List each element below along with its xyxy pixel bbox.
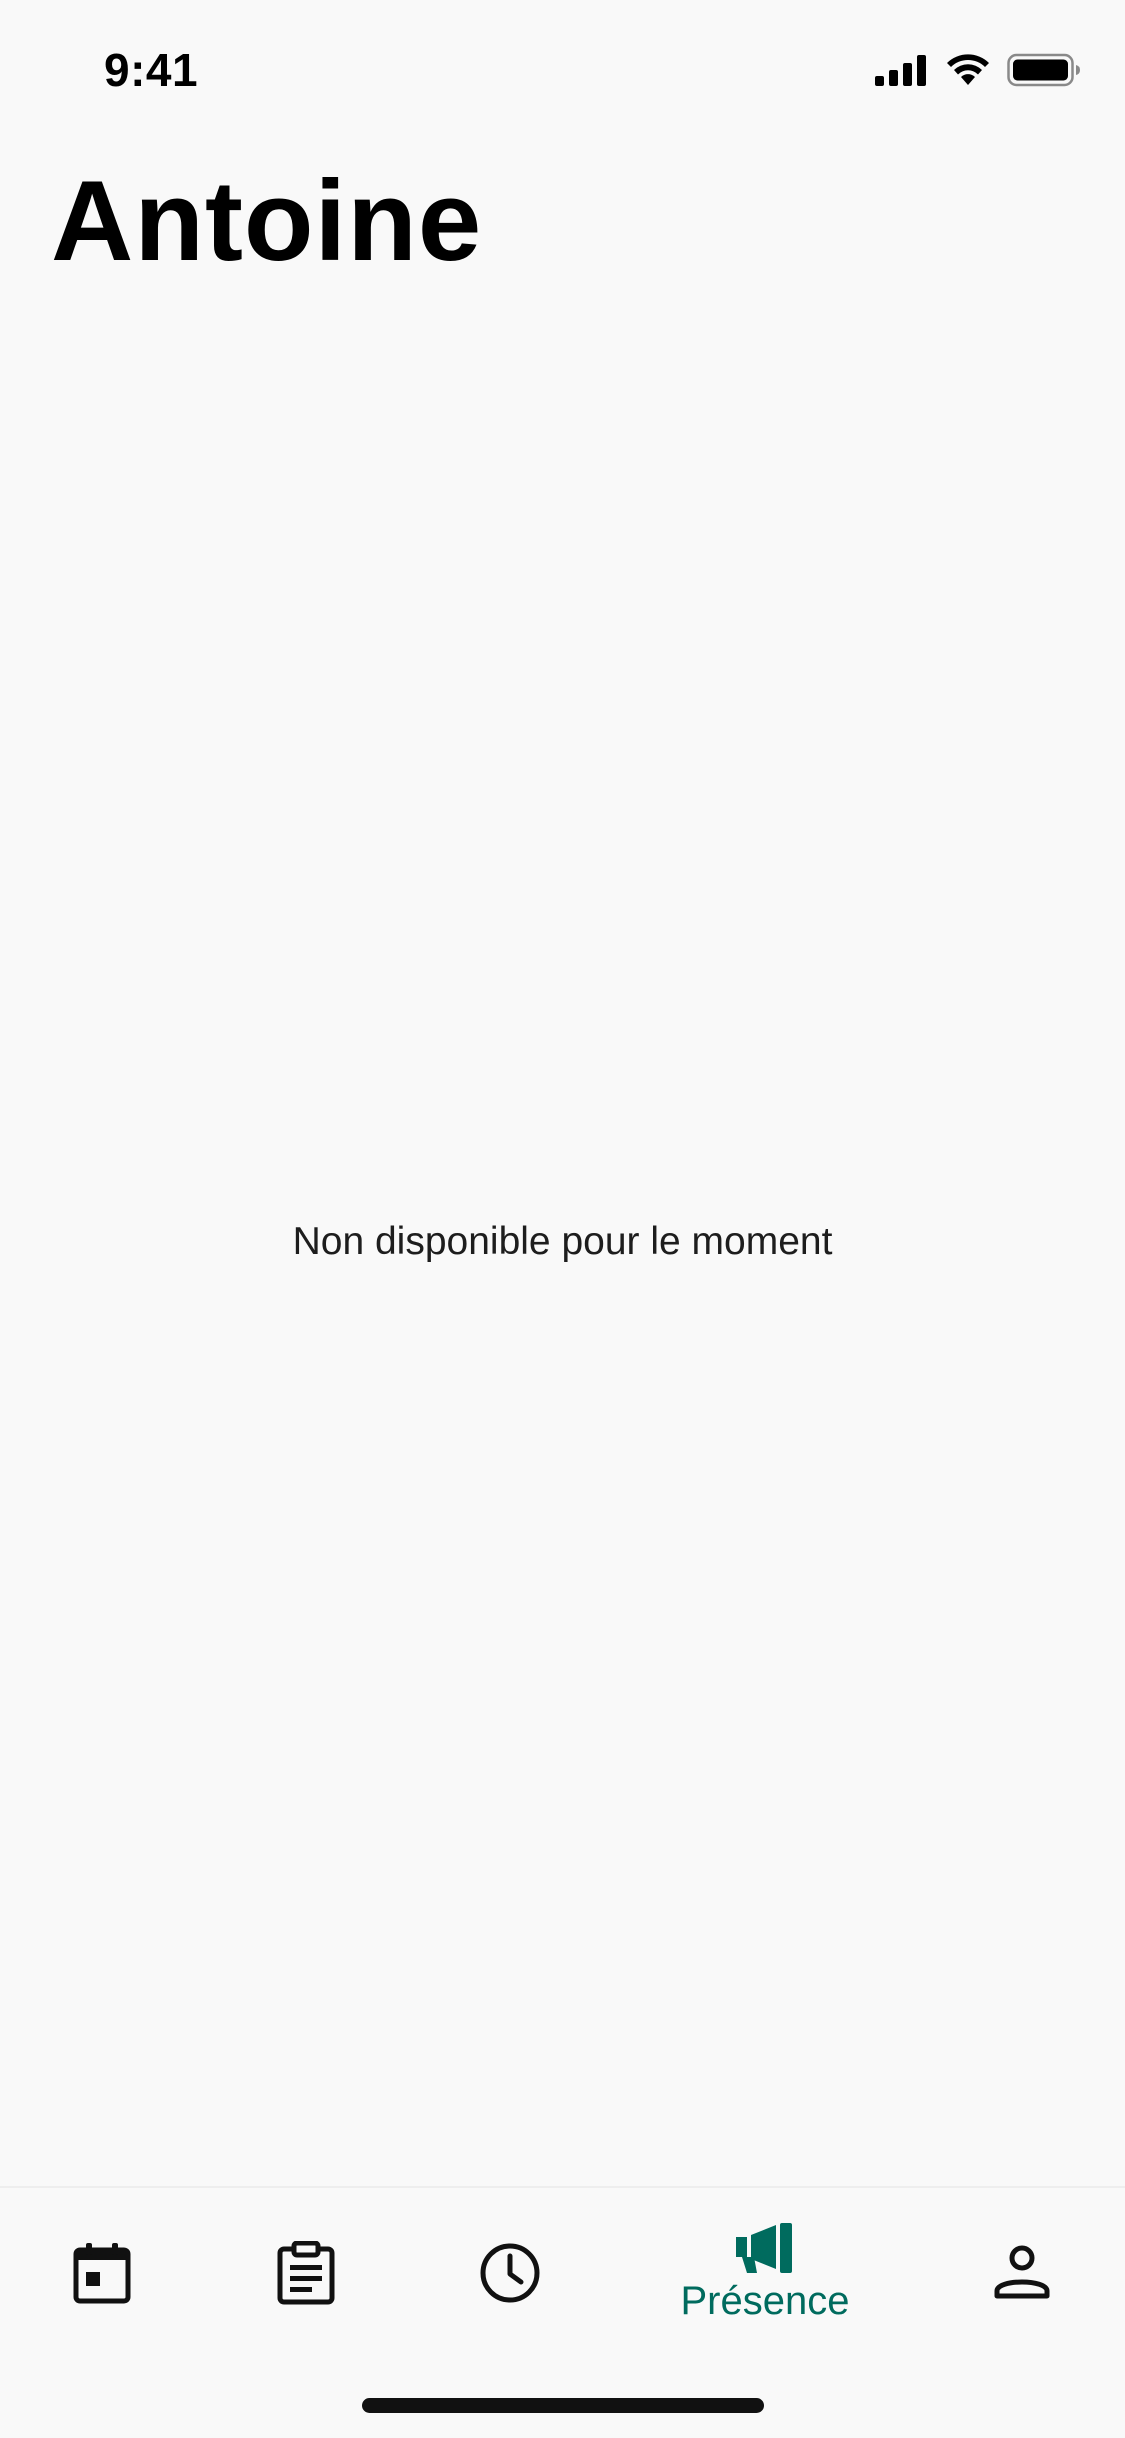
tab-label-presence: Présence (680, 2279, 850, 2323)
empty-state-message: Non disponible pour le moment (292, 1220, 833, 1263)
tab-presence[interactable]: Présence (660, 2188, 870, 2358)
status-icons (875, 52, 1081, 88)
megaphone-icon (736, 2223, 792, 2273)
cellular-signal-icon (875, 55, 926, 86)
clipboard-icon (277, 2241, 335, 2305)
home-indicator (362, 2398, 764, 2413)
status-bar: 9:41 (0, 0, 1125, 132)
calendar-icon (73, 2243, 131, 2304)
battery-icon (1007, 53, 1080, 87)
person-icon (994, 2245, 1050, 2299)
tab-history[interactable] (448, 2188, 572, 2358)
clock-icon (480, 2243, 540, 2303)
wifi-icon (947, 54, 989, 85)
tab-calendar[interactable] (40, 2188, 164, 2358)
tab-profile[interactable] (960, 2188, 1084, 2358)
status-time: 9:41 (104, 44, 199, 96)
page-title: Antoine (51, 158, 483, 285)
tab-tasks[interactable] (244, 2188, 368, 2358)
